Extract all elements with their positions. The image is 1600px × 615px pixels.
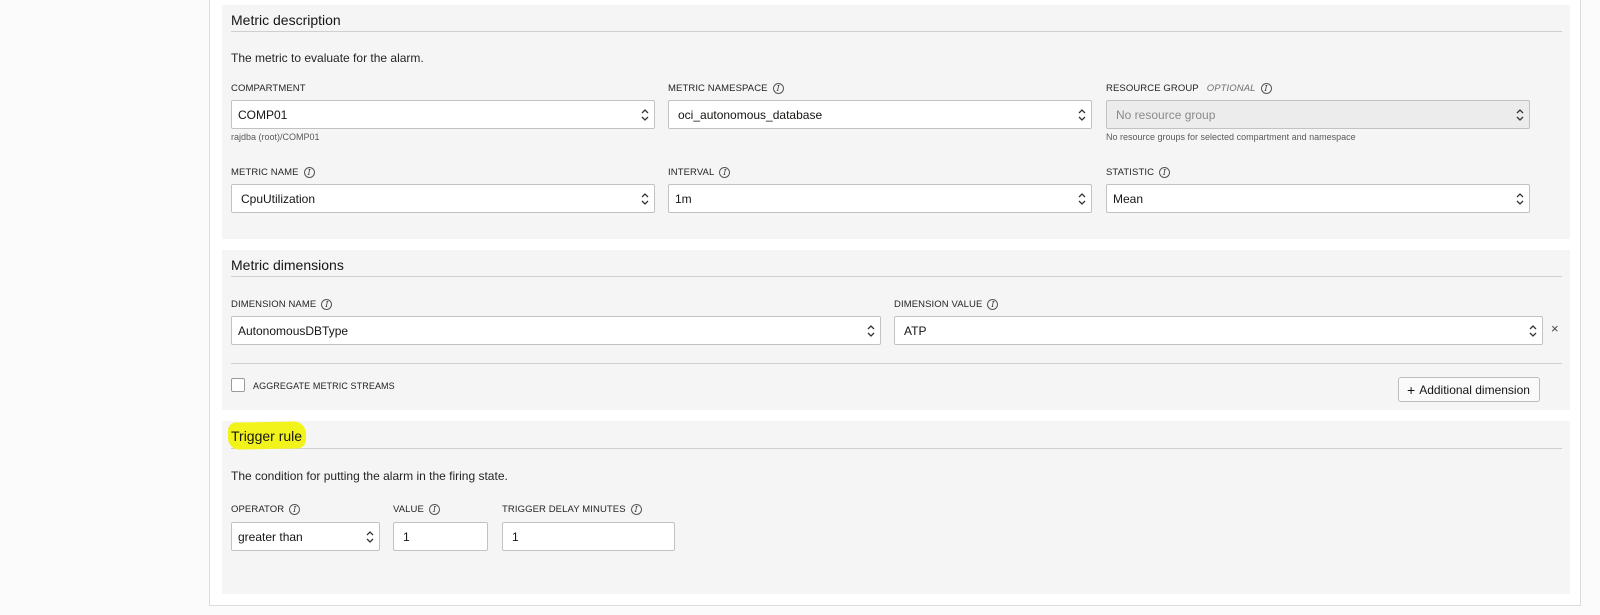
trigger-delay-label: TRIGGER DELAY MINUTES i xyxy=(502,504,642,515)
resource-group-placeholder: No resource group xyxy=(1116,107,1216,122)
interval-select[interactable]: 1m xyxy=(668,184,1092,213)
trigger-rule-title: Trigger rule xyxy=(231,428,303,444)
statistic-label: STATISTIC i xyxy=(1106,167,1171,178)
info-icon[interactable]: i xyxy=(1260,83,1272,94)
select-arrows-icon xyxy=(641,107,649,123)
info-icon[interactable]: i xyxy=(987,299,999,310)
panel-title: Metric dimensions xyxy=(231,257,344,273)
select-arrows-icon xyxy=(1078,107,1086,123)
resource-group-select[interactable]: No resource group xyxy=(1106,100,1530,129)
value-input[interactable]: 1 xyxy=(393,522,488,551)
info-icon[interactable]: i xyxy=(772,83,784,94)
dimension-value-select[interactable]: ATP xyxy=(894,316,1543,345)
select-arrows-icon xyxy=(1078,191,1086,207)
info-icon[interactable]: i xyxy=(428,504,440,515)
statistic-value: Mean xyxy=(1113,191,1144,206)
compartment-label: COMPARTMENT xyxy=(231,83,306,94)
select-arrows-icon xyxy=(641,191,649,207)
trigger-delay-input[interactable]: 1 xyxy=(502,522,675,551)
optional-tag: OPTIONAL xyxy=(1206,83,1256,94)
compartment-value: COMP01 xyxy=(238,107,288,122)
compartment-select[interactable]: COMP01 xyxy=(231,100,655,129)
panel-description: The condition for putting the alarm in t… xyxy=(231,469,508,483)
dimension-value-value: ATP xyxy=(904,323,927,338)
interval-value: 1m xyxy=(675,191,692,206)
resource-group-label: RESOURCE GROUP OPTIONAL i xyxy=(1106,83,1272,94)
metric-namespace-value: oci_autonomous_database xyxy=(678,107,823,122)
info-icon[interactable]: i xyxy=(303,167,315,178)
statistic-select[interactable]: Mean xyxy=(1106,184,1530,213)
operator-label: OPERATOR i xyxy=(231,504,301,515)
dimension-value-label: DIMENSION VALUE i xyxy=(894,299,999,310)
remove-dimension-icon[interactable]: × xyxy=(1551,321,1559,336)
panel-description: The metric to evaluate for the alarm. xyxy=(231,51,424,65)
divider xyxy=(231,448,1562,449)
select-arrows-icon xyxy=(366,529,374,545)
info-icon[interactable]: i xyxy=(321,299,333,310)
info-icon[interactable]: i xyxy=(1159,167,1171,178)
additional-dimension-label: Additional dimension xyxy=(1419,382,1530,397)
trigger-delay-text: 1 xyxy=(512,529,519,544)
metric-name-select[interactable]: CpuUtilization xyxy=(231,184,655,213)
trigger-rule-panel: The condition for putting the alarm in t… xyxy=(222,421,1570,594)
additional-dimension-button[interactable]: + Additional dimension xyxy=(1398,377,1540,402)
interval-label: INTERVAL i xyxy=(668,167,731,178)
resource-group-hint: No resource groups for selected compartm… xyxy=(1106,132,1356,142)
compartment-path: rajdba (root)/COMP01 xyxy=(231,132,320,142)
select-arrows-icon xyxy=(1529,323,1537,339)
aggregate-checkbox[interactable] xyxy=(231,378,245,392)
metric-namespace-label: METRIC NAMESPACE i xyxy=(668,83,784,94)
value-input-text: 1 xyxy=(403,529,410,544)
panel-title: Metric description xyxy=(231,12,341,28)
metric-name-value: CpuUtilization xyxy=(241,191,316,206)
select-arrows-icon xyxy=(1516,107,1524,123)
dimension-name-value: AutonomousDBType xyxy=(238,323,349,338)
metric-description-panel: Metric description The metric to evaluat… xyxy=(222,5,1570,239)
divider xyxy=(231,31,1562,32)
operator-value: greater than xyxy=(238,529,303,544)
divider xyxy=(231,276,1562,277)
info-icon[interactable]: i xyxy=(719,167,731,178)
info-icon[interactable]: i xyxy=(289,504,301,515)
divider xyxy=(231,363,1562,364)
select-arrows-icon xyxy=(867,323,875,339)
select-arrows-icon xyxy=(1516,191,1524,207)
info-icon[interactable]: i xyxy=(630,504,642,515)
metric-namespace-select[interactable]: oci_autonomous_database xyxy=(668,100,1092,129)
plus-icon: + xyxy=(1407,381,1416,398)
metric-dimensions-panel: Metric dimensions DIMENSION NAME i Autono… xyxy=(222,250,1570,410)
aggregate-label: AGGREGATE METRIC STREAMS xyxy=(253,381,395,391)
value-label: VALUE i xyxy=(393,504,440,515)
dimension-name-select[interactable]: AutonomousDBType xyxy=(231,316,881,345)
dimension-name-label: DIMENSION NAME i xyxy=(231,299,333,310)
metric-name-label: METRIC NAME i xyxy=(231,167,315,178)
operator-select[interactable]: greater than xyxy=(231,522,380,551)
